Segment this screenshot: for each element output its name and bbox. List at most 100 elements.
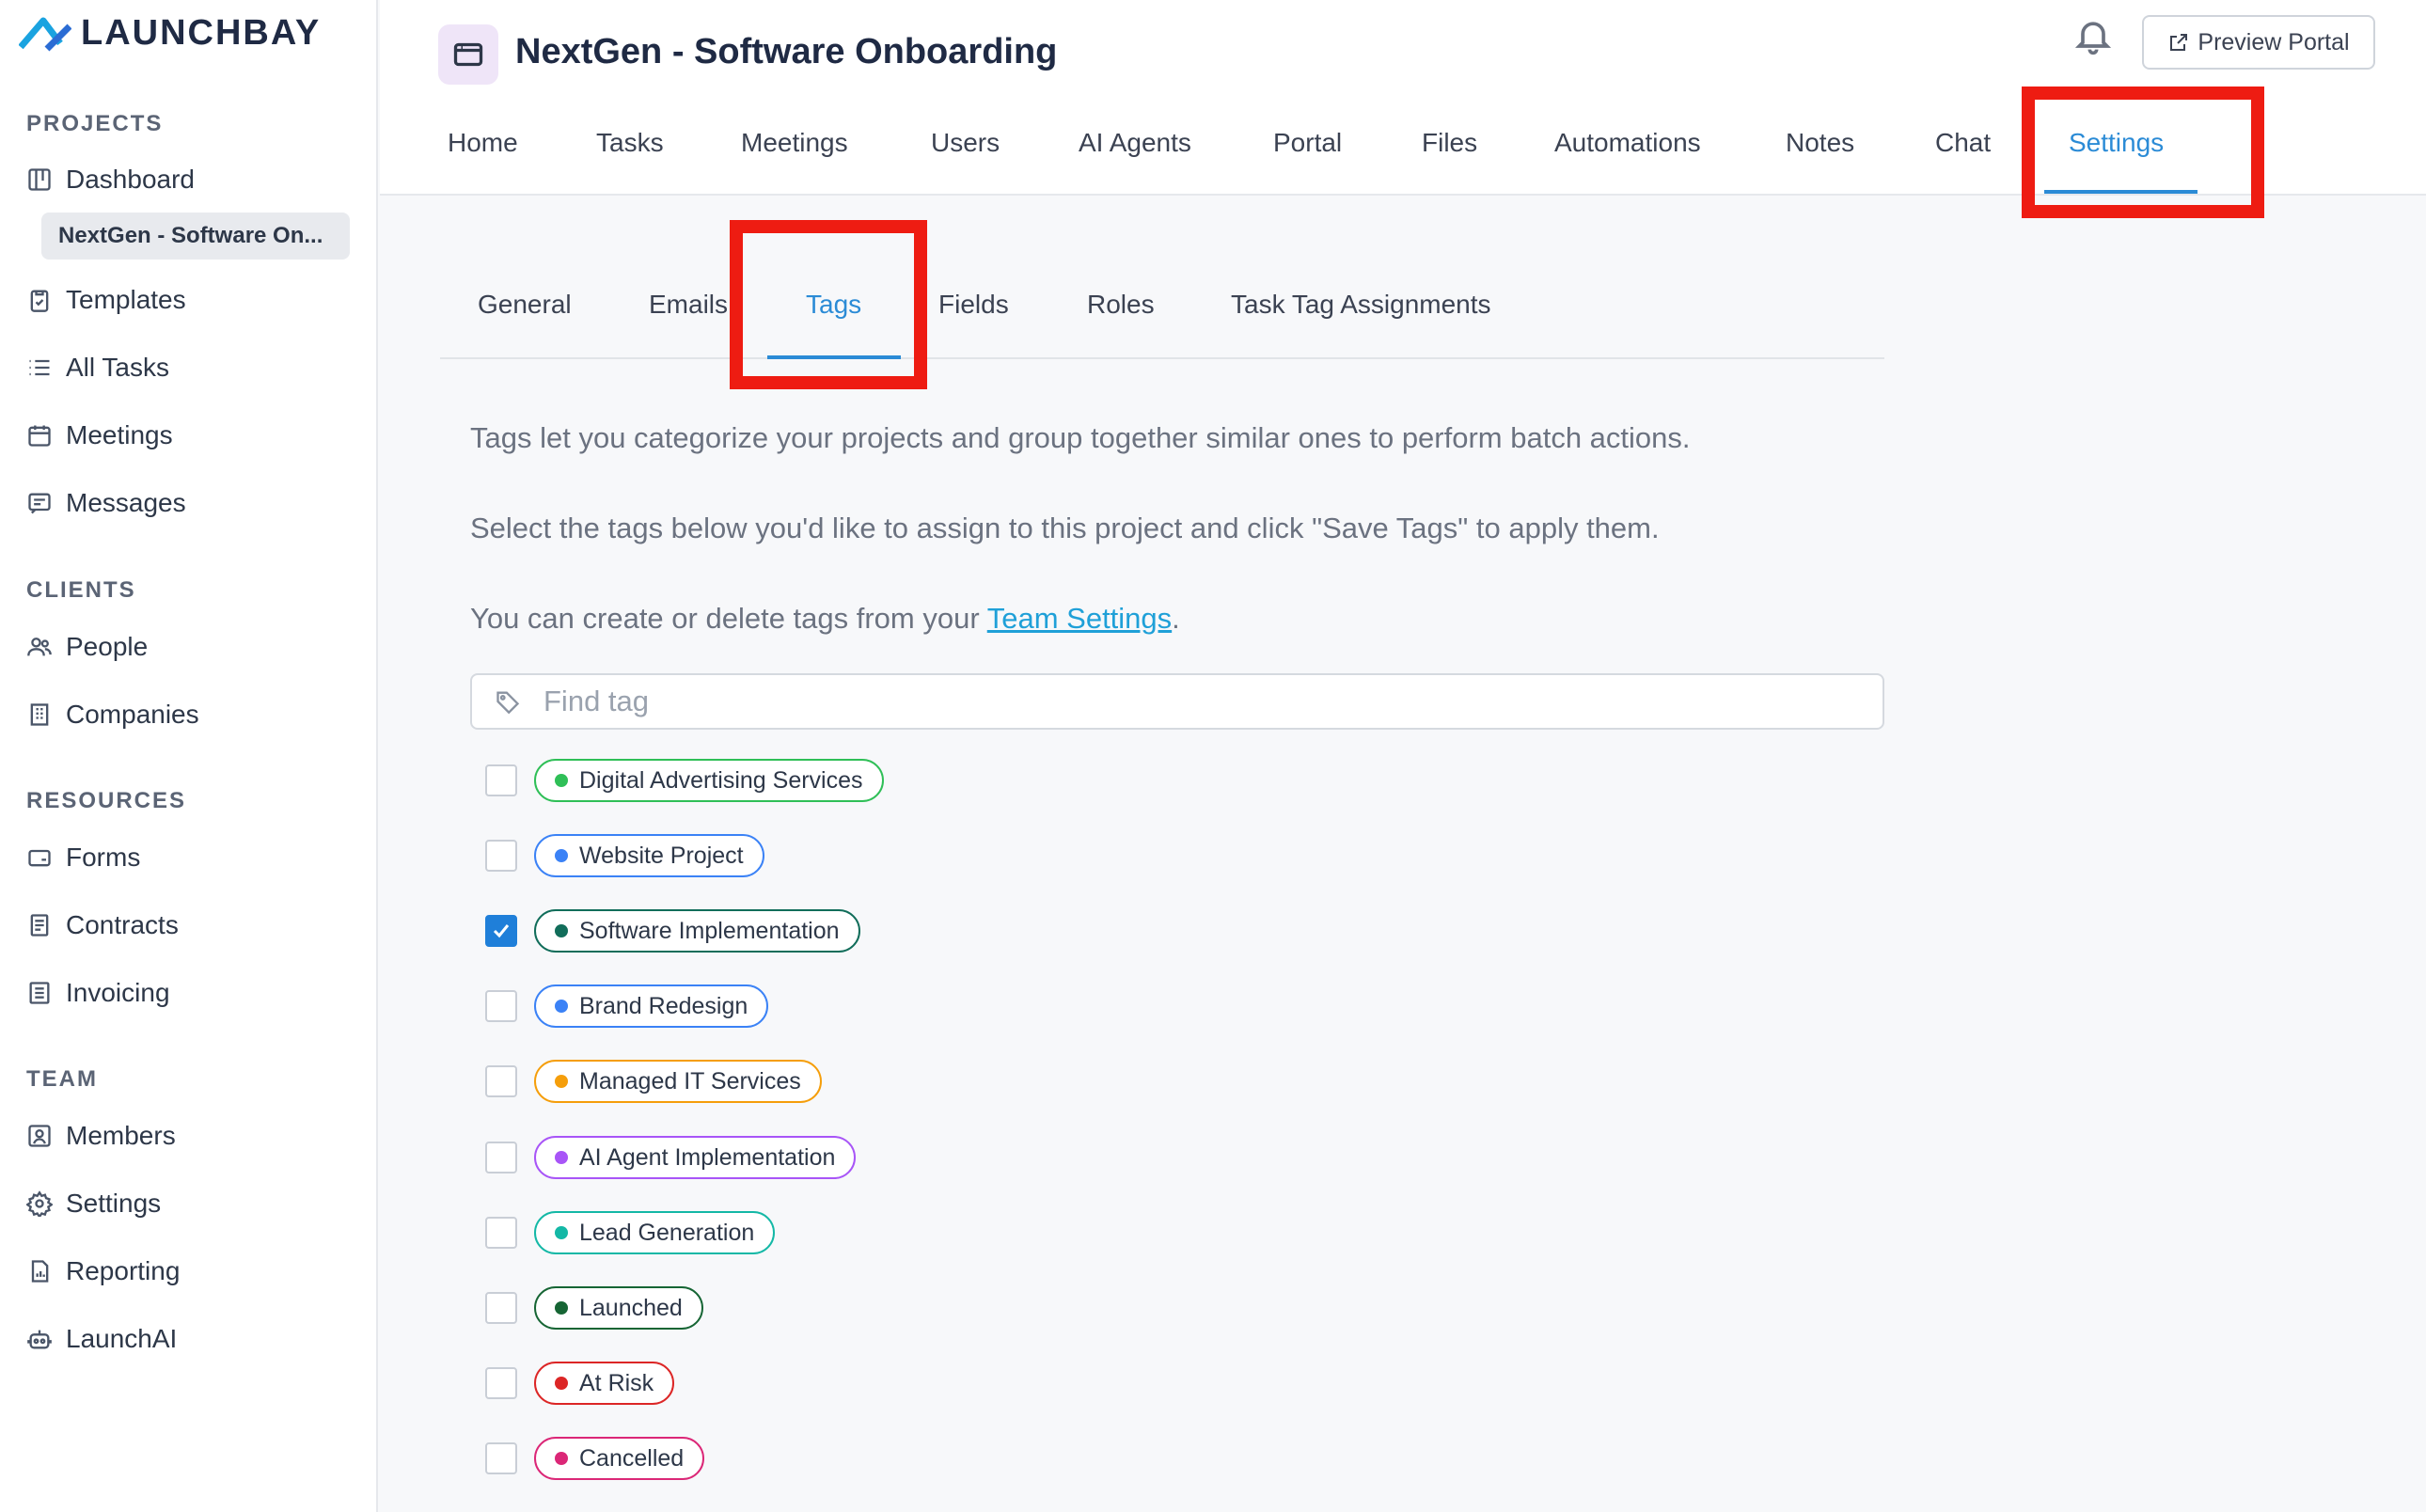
sidebar-item-label: Meetings (66, 420, 173, 449)
tag-label: At Risk (579, 1369, 654, 1396)
preview-portal-button[interactable]: Preview Portal (2142, 15, 2375, 70)
tag-row[interactable]: Managed IT Services (485, 1055, 822, 1108)
project-icon (438, 24, 498, 85)
sidebar-item-meetings[interactable]: Meetings (26, 414, 173, 457)
sidebar-item-forms[interactable]: Forms (26, 836, 140, 879)
tab-files[interactable]: Files (1422, 122, 1477, 194)
tab-home[interactable]: Home (448, 122, 518, 194)
tag-row[interactable]: Digital Advertising Services (485, 754, 884, 807)
tag-row[interactable]: Launched (485, 1282, 703, 1334)
building-icon (30, 703, 49, 726)
tag-checkbox[interactable] (485, 990, 517, 1022)
subtab-emails[interactable]: Emails (649, 290, 728, 320)
tag-row[interactable]: Cancelled (485, 1432, 705, 1485)
members-icon (28, 1125, 51, 1147)
tag-row[interactable]: Brand Redesign (485, 980, 769, 1032)
sidebar-item-label: Invoicing (66, 978, 170, 1007)
sidebar-item-all-tasks[interactable]: All Tasks (26, 346, 169, 389)
tab-notes[interactable]: Notes (1786, 122, 1854, 194)
tag-search[interactable] (470, 673, 1884, 730)
sidebar-item-label: Members (66, 1121, 176, 1150)
sidebar-item-companies[interactable]: Companies (26, 693, 199, 736)
sidebar-item-templates[interactable]: Templates (26, 278, 186, 322)
sidebar-item-label: Dashboard (66, 165, 195, 194)
note-suffix: . (1172, 602, 1180, 635)
note-prefix: You can create or delete tags from your (470, 602, 987, 635)
tab-ai-agents[interactable]: AI Agents (1079, 122, 1191, 194)
sidebar-item-contracts[interactable]: Contracts (26, 904, 179, 947)
tab-automations[interactable]: Automations (1554, 122, 1701, 194)
tag-checkbox[interactable] (485, 915, 517, 947)
tag-row[interactable]: Website Project (485, 829, 764, 882)
section-resources: RESOURCES (26, 788, 187, 813)
sidebar-item-label: Companies (66, 700, 199, 729)
sidebar-item-reporting[interactable]: Reporting (26, 1250, 180, 1293)
sidebar-item-label: Settings (66, 1189, 162, 1218)
section-team: TEAM (26, 1066, 98, 1092)
sidebar-item-current-project[interactable]: NextGen - Software On... (41, 213, 350, 260)
tag-pill: AI Agent Implementation (534, 1136, 857, 1179)
form-icon (28, 849, 51, 867)
tag-checkbox[interactable] (485, 1142, 517, 1173)
tag-label: Digital Advertising Services (579, 766, 863, 794)
subtab-fields[interactable]: Fields (938, 290, 1009, 320)
project-header: NextGen - Software Onboarding Preview Po… (380, 0, 2426, 196)
people-icon (27, 638, 52, 656)
brand-logo[interactable]: LAUNCHBAY (19, 13, 321, 54)
tag-pill: Digital Advertising Services (534, 759, 884, 802)
invoice-icon (29, 982, 50, 1004)
tag-row[interactable]: Software Implementation (485, 905, 860, 957)
gear-icon (26, 1190, 53, 1217)
sidebar-item-settings[interactable]: Settings (26, 1182, 161, 1225)
notifications-button[interactable] (2072, 15, 2114, 56)
tab-settings[interactable]: Settings (2043, 122, 2198, 194)
tag-color-dot (555, 1452, 568, 1465)
tag-label: AI Agent Implementation (579, 1143, 836, 1171)
tag-checkbox[interactable] (485, 1442, 517, 1474)
tab-tasks[interactable]: Tasks (596, 122, 664, 194)
tag-row[interactable]: AI Agent Implementation (485, 1131, 857, 1184)
sidebar-item-dashboard[interactable]: Dashboard (26, 158, 195, 201)
tag-pill: Cancelled (534, 1437, 705, 1480)
tag-checkbox[interactable] (485, 1367, 517, 1399)
message-icon (28, 493, 51, 514)
tab-chat[interactable]: Chat (1935, 122, 1991, 194)
bell-icon (2074, 22, 2112, 55)
tag-checkbox[interactable] (485, 1217, 517, 1249)
tag-checkbox[interactable] (485, 1065, 517, 1097)
section-clients: CLIENTS (26, 577, 136, 603)
sidebar-item-members[interactable]: Members (26, 1114, 176, 1158)
sidebar-item-invoicing[interactable]: Invoicing (26, 971, 170, 1015)
tag-row[interactable]: At Risk (485, 1357, 675, 1410)
subtab-task-tag-assignments[interactable]: Task Tag Assignments (1231, 290, 1491, 320)
tag-color-dot (555, 1301, 568, 1315)
tag-icon (496, 691, 520, 715)
tab-meetings[interactable]: Meetings (741, 122, 848, 194)
tag-checkbox[interactable] (485, 1292, 517, 1324)
find-tag-input[interactable] (542, 684, 1843, 719)
tag-row[interactable]: Lead Generation (485, 1206, 776, 1259)
sidebar-item-label: Templates (66, 285, 186, 314)
tag-pill: Website Project (534, 834, 764, 877)
tag-color-dot (555, 1075, 568, 1088)
active-subtab-indicator (767, 355, 901, 359)
subtab-tags[interactable]: Tags (806, 290, 861, 320)
sidebar-item-launchai[interactable]: LaunchAI (26, 1317, 177, 1361)
sidebar-item-messages[interactable]: Messages (26, 481, 186, 525)
sidebar-item-label: Reporting (66, 1256, 181, 1285)
tag-checkbox[interactable] (485, 840, 517, 872)
sidebar-item-label: Messages (66, 488, 186, 517)
list-icon (29, 359, 50, 376)
tab-portal[interactable]: Portal (1273, 122, 1342, 194)
robot-icon (27, 1330, 52, 1349)
subtab-general[interactable]: General (478, 290, 572, 320)
launchbay-logo-icon (19, 17, 71, 51)
tag-color-dot (555, 1377, 568, 1390)
subtab-roles[interactable]: Roles (1087, 290, 1155, 320)
sidebar-item-people[interactable]: People (26, 625, 148, 669)
settings-subtabs: General Emails Tags Fields Roles Task Ta… (440, 273, 1884, 359)
tag-color-dot (555, 1226, 568, 1239)
tag-checkbox[interactable] (485, 764, 517, 796)
tab-users[interactable]: Users (931, 122, 1000, 194)
team-settings-link[interactable]: Team Settings (987, 602, 1172, 635)
